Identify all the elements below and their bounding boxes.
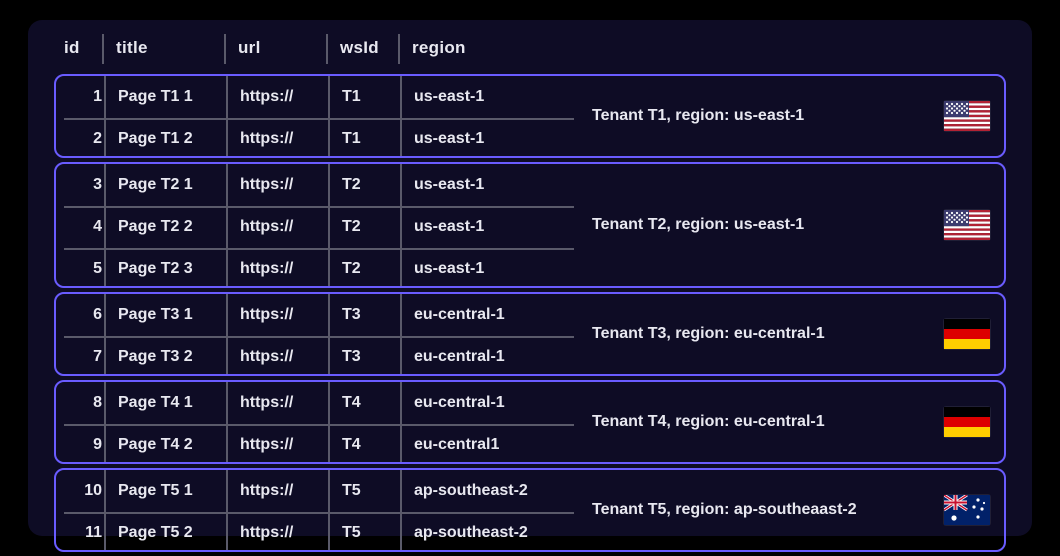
cell-wsid: T2 xyxy=(342,248,402,288)
cell-wsid: T2 xyxy=(342,164,402,206)
de-flag-icon xyxy=(944,319,990,349)
cell-url: https:// xyxy=(240,164,325,206)
cell-region: eu-central-1 xyxy=(414,294,574,336)
cell-title: Page T5 1 xyxy=(118,470,228,512)
cell-wsid: T1 xyxy=(342,118,402,158)
column-header-title: title xyxy=(116,38,226,58)
cell-id: 10 xyxy=(66,470,108,512)
cell-region: us-east-1 xyxy=(414,206,574,248)
cell-region: eu-central1 xyxy=(414,424,574,464)
cell-url: https:// xyxy=(240,470,325,512)
cell-url: https:// xyxy=(240,424,325,464)
cell-id: 8 xyxy=(66,382,108,424)
cell-region: ap-southeast-2 xyxy=(414,512,574,552)
de-flag-icon xyxy=(944,407,990,437)
tenant-group: 10Page T5 1 https:// T5 ap-southeast-2 11Pag… xyxy=(54,468,1006,552)
cell-wsid: T3 xyxy=(342,294,402,336)
column-header-region: region xyxy=(412,38,572,58)
cell-wsid: T5 xyxy=(342,512,402,552)
tenant-groups: 1Page T1 1 https:// T1 us-east-1 2Page T1 2 h… xyxy=(54,74,1006,552)
us-flag-icon xyxy=(944,210,990,240)
cell-region: us-east-1 xyxy=(414,76,574,118)
cell-id: 1 xyxy=(66,76,108,118)
cell-title: Page T1 2 xyxy=(118,118,228,158)
tenant-table: id title url wsId region 1Page T1 1 https… xyxy=(28,20,1032,536)
tenant-summary: Tenant T2, region: us-east-1 xyxy=(592,164,924,286)
cell-wsid: T1 xyxy=(342,76,402,118)
cell-title: Page T3 1 xyxy=(118,294,228,336)
cell-url: https:// xyxy=(240,76,325,118)
cell-url: https:// xyxy=(240,206,325,248)
tenant-summary: Tenant T3, region: eu-central-1 xyxy=(592,294,924,374)
header-divider xyxy=(326,34,328,64)
cell-title: Page T2 1 xyxy=(118,164,228,206)
cell-wsid: T3 xyxy=(342,336,402,376)
cell-id: 11 xyxy=(66,512,108,552)
au-flag-icon xyxy=(944,495,990,525)
cell-id: 5 xyxy=(66,248,108,288)
tenant-summary: Tenant T1, region: us-east-1 xyxy=(592,76,924,156)
cell-url: https:// xyxy=(240,118,325,158)
cell-region: us-east-1 xyxy=(414,248,574,288)
column-header-wsid: wsId xyxy=(340,38,400,58)
cell-title: Page T3 2 xyxy=(118,336,228,376)
cell-title: Page T2 2 xyxy=(118,206,228,248)
tenant-summary: Tenant T4, region: eu-central-1 xyxy=(592,382,924,462)
us-flag-icon xyxy=(944,101,990,131)
cell-url: https:// xyxy=(240,512,325,552)
tenant-group: 3Page T2 1 https:// T2 us-east-1 4Page T2 2 h… xyxy=(54,162,1006,288)
column-header-id: id xyxy=(64,38,106,58)
table-header-row: id title url wsId region xyxy=(54,38,1006,68)
cell-title: Page T4 2 xyxy=(118,424,228,464)
cell-title: Page T2 3 xyxy=(118,248,228,288)
cell-region: us-east-1 xyxy=(414,164,574,206)
tenant-group: 1Page T1 1 https:// T1 us-east-1 2Page T1 2 h… xyxy=(54,74,1006,158)
cell-id: 6 xyxy=(66,294,108,336)
tenant-summary: Tenant T5, region: ap-southeaast-2 xyxy=(592,470,924,550)
column-header-url: url xyxy=(238,38,323,58)
cell-url: https:// xyxy=(240,382,325,424)
cell-title: Page T4 1 xyxy=(118,382,228,424)
tenant-group: 6Page T3 1 https:// T3 eu-central-1 7Page T3… xyxy=(54,292,1006,376)
cell-id: 7 xyxy=(66,336,108,376)
cell-title: Page T5 2 xyxy=(118,512,228,552)
cell-id: 3 xyxy=(66,164,108,206)
cell-region: us-east-1 xyxy=(414,118,574,158)
cell-id: 4 xyxy=(66,206,108,248)
cell-url: https:// xyxy=(240,248,325,288)
cell-url: https:// xyxy=(240,336,325,376)
cell-region: eu-central-1 xyxy=(414,382,574,424)
cell-wsid: T4 xyxy=(342,382,402,424)
cell-title: Page T1 1 xyxy=(118,76,228,118)
cell-url: https:// xyxy=(240,294,325,336)
cell-id: 2 xyxy=(66,118,108,158)
tenant-group: 8Page T4 1 https:// T4 eu-central-1 9Page T4… xyxy=(54,380,1006,464)
cell-id: 9 xyxy=(66,424,108,464)
cell-wsid: T4 xyxy=(342,424,402,464)
cell-wsid: T2 xyxy=(342,206,402,248)
cell-region: ap-southeast-2 xyxy=(414,470,574,512)
cell-wsid: T5 xyxy=(342,470,402,512)
cell-region: eu-central-1 xyxy=(414,336,574,376)
